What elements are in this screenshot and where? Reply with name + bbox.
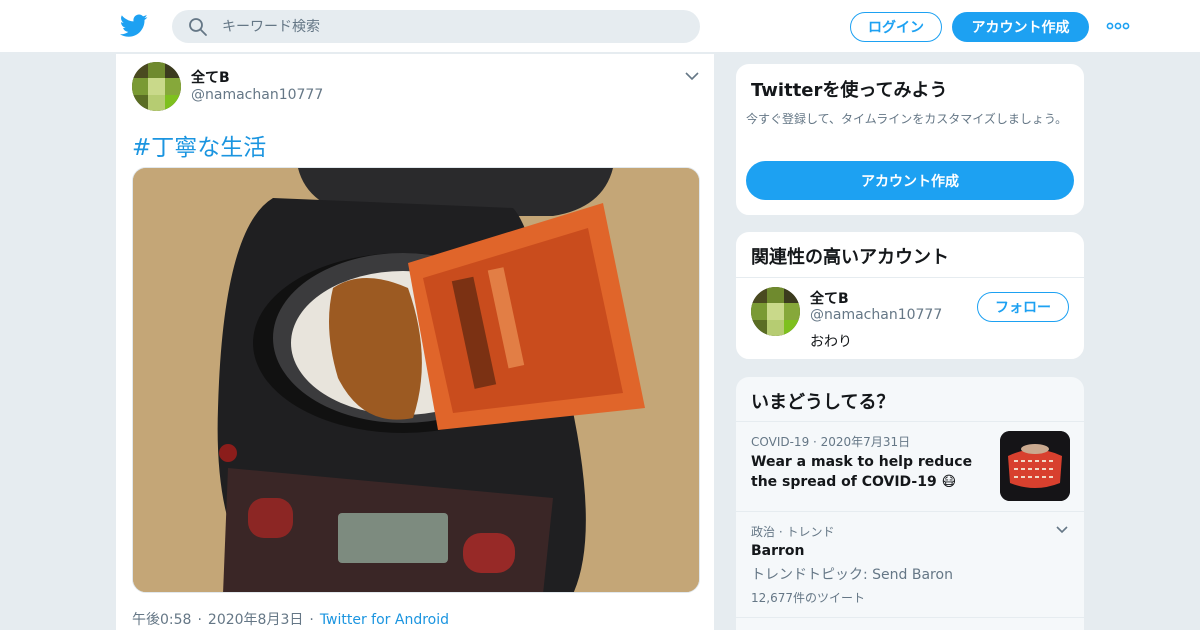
related-accounts-card: 関連性の高いアカウント 全てB @namachan10777 おわり フォロー (735, 231, 1085, 360)
signup-card-description: 今すぐ登録して、タイムラインをカスタマイズしましょう。 (746, 112, 1068, 126)
signup-card: Twitterを使ってみよう 今すぐ登録して、タイムラインをカスタマイズしましょ… (735, 63, 1085, 216)
chevron-down-icon[interactable] (1055, 525, 1069, 535)
signup-card-button[interactable]: アカウント作成 (746, 161, 1074, 200)
related-account-handle[interactable]: @namachan10777 (810, 307, 942, 323)
related-accounts-title: 関連性の高いアカウント (751, 247, 949, 268)
mask-image (1000, 431, 1070, 501)
trend-tweet-count: 12,677件のツイート (751, 591, 865, 605)
meta-separator: · (309, 612, 314, 628)
divider (736, 617, 1084, 618)
tweet-photo[interactable] (132, 167, 700, 593)
trend-thumbnail[interactable] (1000, 431, 1070, 501)
trends-title: いまどうしてる？ (751, 392, 895, 413)
trend-name[interactable]: Barron (751, 543, 805, 559)
trend-topic: トレンドトピック: Send Baron (751, 567, 953, 583)
twitter-bird-icon[interactable] (120, 13, 148, 39)
tweet-source-link[interactable]: Twitter for Android (320, 612, 449, 628)
rice-cooker-curry-image (133, 168, 699, 592)
divider (736, 511, 1084, 512)
follow-button[interactable]: フォロー (977, 292, 1069, 322)
author-handle[interactable]: @namachan10777 (191, 87, 323, 103)
divider (736, 277, 1084, 278)
trend-headline[interactable]: Wear a mask to help reduce the spread of… (751, 452, 981, 492)
avatar[interactable] (132, 62, 181, 111)
tweet-date[interactable]: 2020年8月3日 (208, 612, 303, 628)
trend-category: COVID-19 · 2020年7月31日 (751, 435, 911, 449)
chevron-down-icon[interactable] (684, 70, 700, 82)
avatar[interactable] (751, 287, 800, 336)
search-box[interactable] (172, 10, 700, 43)
more-options-icon[interactable] (1106, 18, 1130, 34)
login-button[interactable]: ログイン (850, 12, 942, 42)
divider (736, 421, 1084, 422)
tweet-card: 全てB @namachan10777 #丁寧な生活 午後0:58 · 2020年… (115, 54, 715, 630)
meta-separator: · (197, 612, 202, 628)
related-account-bio: おわり (810, 334, 852, 350)
hashtag-link[interactable]: #丁寧な生活 (132, 128, 266, 162)
trends-card: いまどうしてる？ COVID-19 · 2020年7月31日 Wear a ma… (735, 376, 1085, 630)
author-name[interactable]: 全てB (191, 67, 230, 87)
related-account-name[interactable]: 全てB (810, 288, 849, 308)
signup-card-title: Twitterを使ってみよう (751, 80, 948, 101)
signup-button[interactable]: アカウント作成 (952, 12, 1089, 42)
search-input[interactable] (222, 10, 682, 43)
tweet-time[interactable]: 午後0:58 (132, 612, 191, 628)
search-icon (189, 18, 207, 36)
trend-category: 政治 · トレンド (751, 525, 835, 539)
tweet-meta: 午後0:58 · 2020年8月3日 · Twitter for Android (132, 609, 449, 629)
top-navigation-bar: ログイン アカウント作成 (0, 0, 1200, 53)
